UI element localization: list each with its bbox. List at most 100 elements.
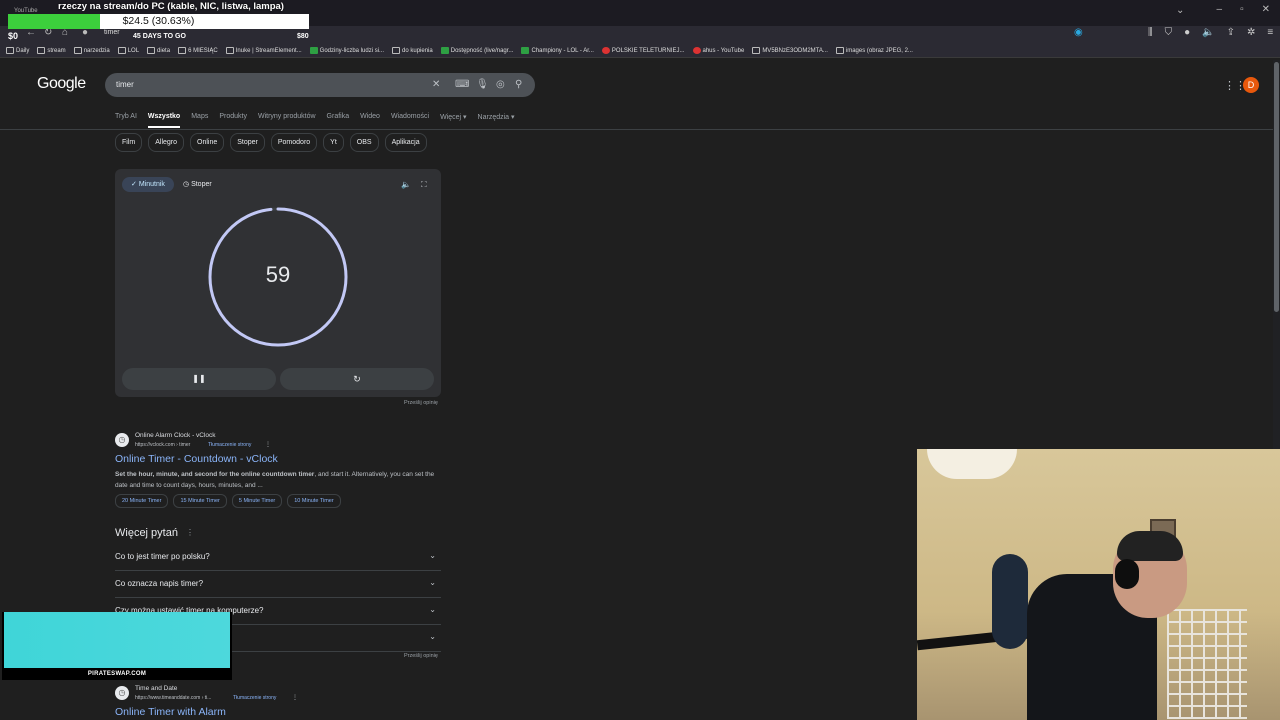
tab-5[interactable]: Grafika [327,113,350,128]
search-icon[interactable]: ⚲ [515,79,522,90]
fullscreen-icon[interactable]: ⛶ [421,180,427,190]
more-options-icon[interactable]: ⋮ [292,694,298,701]
address-bar-text[interactable]: timer [104,29,120,36]
paa-row[interactable]: Co oznacza napis timer? ⌄ [115,570,441,598]
translate-link[interactable]: Tłumaczenie strony [233,695,276,701]
webcam-feed [917,449,1280,720]
close-window-icon[interactable]: ✕ [1262,4,1270,15]
chip-0[interactable]: Film [115,133,143,152]
paa-question: Co to jest timer po polsku? [115,552,210,561]
result-title-link[interactable]: Online Timer with Alarm [115,706,226,718]
bookmark-item[interactable]: POLSKIE TELETURNIEJ... [601,47,685,54]
vpn-globe-icon[interactable]: ◉ [1074,27,1083,38]
bookmark-item[interactable]: LOL [117,47,139,54]
bookmark-item[interactable]: dieta [147,47,170,54]
speaker-icon[interactable]: 🔈 [1202,27,1214,38]
bookmark-item[interactable]: images (obraz JPEG, 2... [835,47,913,54]
tab-list-chevron-icon[interactable]: ⌄ [1176,5,1184,16]
result-site-name[interactable]: Online Alarm Clock - vClock [135,432,216,439]
chip-4[interactable]: Pomodoro [270,133,318,152]
more-options-icon[interactable]: ⋮ [265,441,271,448]
account-avatar[interactable]: D [1243,77,1259,93]
feedback-link[interactable]: Prześlij opinię [404,400,438,406]
bookmark-item[interactable]: Daily [6,47,29,54]
menu-icon[interactable]: ≡ [1267,27,1273,38]
folder-icon [6,47,14,54]
folder-icon [440,47,449,54]
chip-7[interactable]: Aplikacja [384,133,427,152]
bookmark-item[interactable]: narzedzia [73,47,110,54]
google-logo[interactable]: Google [37,75,86,93]
tab-8[interactable]: Więcej ▾ [440,113,466,128]
bookmark-item[interactable]: do kupienia [392,47,433,54]
scrollbar-thumb[interactable] [1274,62,1279,312]
bookmark-item[interactable]: Inuke | StreamElement... [225,47,302,54]
bookmark-item[interactable]: ahus - YouTube [692,47,745,54]
headset [1115,559,1139,589]
result-site-name[interactable]: Time and Date [135,685,177,692]
microphone-icon[interactable]: 🎙 [476,79,489,90]
timer-display[interactable]: 59 [207,262,349,288]
paa-feedback-link[interactable]: Prześlij opinię [404,653,438,659]
share-icon[interactable]: ⇪ [1227,27,1235,38]
tab-0[interactable]: Tryb AI [115,113,137,128]
chip-6[interactable]: OBS [349,133,379,152]
pause-icon: ❚❚ [192,374,206,383]
chip-2[interactable]: Online [190,133,225,152]
puzzle-icon[interactable]: ✲ [1247,27,1255,38]
result-url[interactable]: https://www.timeanddate.com › ti... [135,695,211,701]
lens-icon[interactable]: ◎ [496,79,505,90]
shield-icon[interactable]: ⛉ [1165,27,1173,38]
bookmarks-bar: Daily stream narzedzia LOL dieta 6 MIESIĄC Inu… [0,44,1280,58]
bookmark-item[interactable]: 6 MIESIĄC [178,47,218,54]
chip-5[interactable]: Yt [323,133,344,152]
bookmark-item[interactable]: Dostępność (live/nagr... [440,47,513,54]
translate-link[interactable]: Tłumaczenie strony [208,442,251,448]
result-url[interactable]: https://vclock.com › timer [135,442,190,448]
library-icon[interactable]: ⫼ [1148,27,1153,38]
tab-1[interactable]: Wszystko [147,113,181,128]
keyboard-icon[interactable]: ⌨ [455,79,469,90]
sitelink[interactable]: 15 Minute Timer [173,494,227,508]
search-input[interactable]: timer [116,80,134,89]
sitelink[interactable]: 5 Minute Timer [231,494,283,508]
tab-7[interactable]: Wiadomości [391,113,429,128]
window-controls: – ▫ ✕ [1217,4,1271,15]
bookmark-item[interactable]: Godziny-liczba ludzi si... [309,47,384,54]
paa-row[interactable]: Co to jest timer po polsku? ⌄ [115,543,441,571]
tab-6[interactable]: Wideo [360,113,380,128]
chip-1[interactable]: Allegro [148,133,185,152]
pause-button[interactable]: ❚❚ [122,368,276,390]
donation-goal-title: rzeczy na stream/do PC (kable, NIC, list… [58,1,284,12]
bookmark-label: ahus - YouTube [702,47,745,54]
extension-icon[interactable]: ● [1184,27,1190,38]
search-box[interactable] [105,73,535,97]
sound-icon[interactable]: 🔈 [401,180,411,189]
bookmark-item[interactable]: stream [37,47,66,54]
folder-icon [601,47,610,54]
tab-2[interactable]: Maps [191,113,208,128]
clear-search-icon[interactable]: ✕ [432,79,440,90]
restore-icon[interactable]: ▫ [1240,4,1244,15]
chip-3[interactable]: Stoper [230,133,265,152]
folder-icon [37,47,46,54]
tab-4[interactable]: Witryny produktów [258,113,316,128]
result-title-link[interactable]: Online Timer - Countdown - vClock [115,453,278,465]
paa-more-icon[interactable]: ⋮ [186,528,194,537]
tab-9[interactable]: Narzędzia ▾ [478,113,515,128]
sitelink[interactable]: 20 Minute Timer [115,494,169,508]
bookmark-label: dieta [157,47,171,54]
reset-button[interactable]: ↻ [280,368,434,390]
stopwatch-mode-button[interactable]: ◷ Stoper [183,180,212,188]
sitelink[interactable]: 10 Minute Timer [287,494,341,508]
folder-icon [835,47,844,54]
bookmark-label: stream [47,47,66,54]
people-also-ask-title: Więcej pytań [115,527,178,539]
minimize-icon[interactable]: – [1217,4,1223,15]
bookmark-item[interactable]: MV5BNzE3ODM2MTA... [752,47,828,54]
timer-mode-button[interactable]: ✓ Minutnik [122,177,174,192]
bookmark-label: 6 MIESIĄC [188,47,218,54]
bookmark-item[interactable]: Championy - LOL - Ar... [521,47,594,54]
tab-3[interactable]: Produkty [219,113,247,128]
clock-icon: ◷ [183,181,190,188]
